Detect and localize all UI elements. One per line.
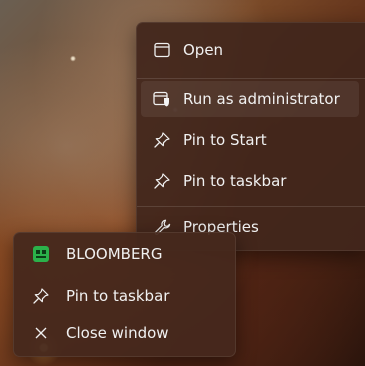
shield-window-icon [151, 88, 173, 110]
jump-list-item-label: Pin to taskbar [66, 287, 170, 305]
taskbar-jump-list: BLOOMBERG Pin to taskbar Close window [13, 232, 236, 357]
context-menu: Open Run as administrator Pin to Start P… [136, 22, 365, 251]
menu-divider [137, 206, 365, 207]
pin-icon [30, 285, 52, 307]
bloomberg-app-icon [30, 243, 52, 265]
pin-icon [151, 129, 173, 151]
menu-item-open[interactable]: Open [141, 32, 359, 68]
jump-list-app-entry[interactable]: BLOOMBERG [18, 236, 231, 272]
jump-list-pin-to-taskbar[interactable]: Pin to taskbar [18, 278, 231, 314]
jump-list-item-label: Close window [66, 324, 169, 342]
menu-divider [137, 78, 365, 79]
menu-item-pin-to-start[interactable]: Pin to Start [141, 122, 359, 158]
pin-icon [151, 170, 173, 192]
menu-item-label: Pin to Start [183, 131, 267, 149]
menu-item-run-as-administrator[interactable]: Run as administrator [141, 81, 359, 117]
menu-item-label: Pin to taskbar [183, 172, 287, 190]
close-icon [30, 322, 52, 344]
window-icon [151, 39, 173, 61]
menu-item-label: Run as administrator [183, 90, 340, 108]
jump-list-close-window[interactable]: Close window [18, 315, 231, 351]
menu-item-pin-to-taskbar[interactable]: Pin to taskbar [141, 163, 359, 199]
menu-item-label: Open [183, 41, 224, 59]
app-name: BLOOMBERG [66, 245, 163, 263]
